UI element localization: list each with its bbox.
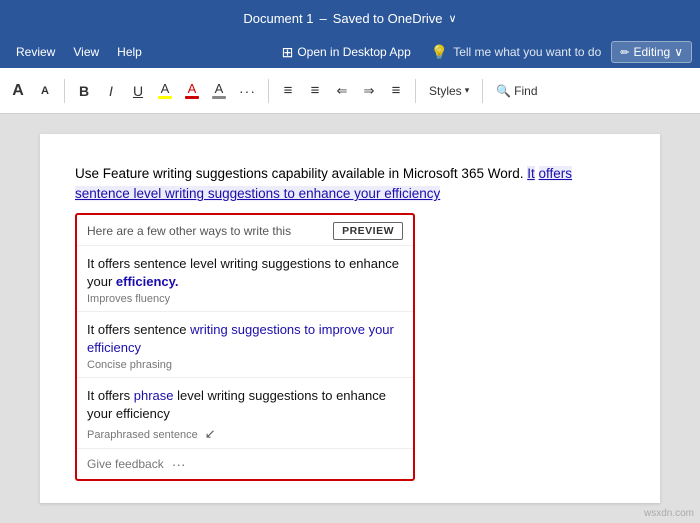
find-group: 🔍 Find xyxy=(490,77,543,105)
sugg1-accent: efficiency. xyxy=(116,274,179,289)
suggestion-header: Here are a few other ways to write this … xyxy=(77,215,413,246)
editing-label: Editing xyxy=(634,45,671,59)
tell-me-label: Tell me what you want to do xyxy=(453,45,601,59)
styles-chevron: ▾ xyxy=(465,85,470,96)
editing-button[interactable]: ✏ Editing ∨ xyxy=(611,41,692,63)
highlight-yellow-button[interactable]: A xyxy=(153,77,177,105)
format-group: B I U A A A ··· xyxy=(72,77,261,105)
doc-title: Document 1 xyxy=(243,11,313,26)
suggestion-item-2[interactable]: It offers sentence writing suggestions t… xyxy=(77,312,413,378)
ribbon-sep-3 xyxy=(415,79,416,103)
find-label: Find xyxy=(514,84,537,98)
clear-bar xyxy=(212,96,226,99)
document-page: Use Feature writing suggestions capabili… xyxy=(40,134,660,503)
sugg2-text1: It offers sentence xyxy=(87,322,190,337)
font-size-a-small[interactable]: A xyxy=(33,77,57,105)
suggestion-item-3-text: It offers phrase level writing suggestio… xyxy=(87,387,403,423)
font-color-letter: A xyxy=(188,82,197,95)
paragraph-group: ≡ ≡ ⇐ ⇒ ≡ xyxy=(276,77,408,105)
feedback-dots[interactable]: ··· xyxy=(172,456,186,472)
underline-button[interactable]: U xyxy=(126,77,150,105)
font-size-a-large[interactable]: A xyxy=(6,77,30,105)
tell-me-input[interactable]: 💡 Tell me what you want to do xyxy=(421,41,612,64)
suggestion-footer: Give feedback ··· xyxy=(77,449,413,479)
clear-letter: A xyxy=(215,82,224,95)
menu-items-left: Review View Help xyxy=(8,41,150,63)
font-color-bar-red xyxy=(185,96,199,99)
lightbulb-icon: 💡 xyxy=(431,44,448,61)
list-button-1[interactable]: ≡ xyxy=(276,77,300,105)
font-size-group: A A xyxy=(6,77,57,105)
pencil-icon: ✏ xyxy=(620,46,629,59)
sugg3-text1: It offers xyxy=(87,388,134,403)
ribbon-sep-1 xyxy=(64,79,65,103)
document-text: Use Feature writing suggestions capabili… xyxy=(75,164,625,205)
suggestion-item-3-tag: Paraphrased sentence ↙ xyxy=(87,426,403,442)
menu-item-view[interactable]: View xyxy=(65,41,107,63)
styles-group: Styles ▾ xyxy=(423,77,475,105)
highlight-letter: A xyxy=(161,82,170,95)
open-desktop-button[interactable]: ⊞ Open in Desktop App xyxy=(272,40,421,65)
doc-main-text: Use Feature writing suggestions capabili… xyxy=(75,166,523,181)
save-status: Saved to OneDrive xyxy=(333,11,443,26)
styles-label: Styles xyxy=(429,84,462,98)
title-bar: Document 1 – Saved to OneDrive ∨ xyxy=(0,0,700,36)
font-color-button[interactable]: A xyxy=(180,77,204,105)
open-desktop-label: Open in Desktop App xyxy=(297,45,410,59)
suggestion-item-2-tag: Concise phrasing xyxy=(87,359,403,371)
watermark: wsxdn.com xyxy=(644,508,694,519)
ribbon-sep-4 xyxy=(482,79,483,103)
suggestion-header-text: Here are a few other ways to write this xyxy=(87,224,291,238)
sugg3-accent: phrase xyxy=(134,388,174,403)
indent-increase-button[interactable]: ⇒ xyxy=(357,77,381,105)
open-desktop-icon: ⊞ xyxy=(282,44,294,61)
indent-decrease-button[interactable]: ⇐ xyxy=(330,77,354,105)
align-button[interactable]: ≡ xyxy=(384,77,408,105)
suggestion-item-1-text: It offers sentence level writing suggest… xyxy=(87,255,403,291)
menu-item-review[interactable]: Review xyxy=(8,41,63,63)
editing-chevron: ∨ xyxy=(674,45,683,59)
cursor-icon: ↙ xyxy=(205,426,216,441)
title-chevron[interactable]: ∨ xyxy=(449,12,457,25)
suggestion-item-3[interactable]: It offers phrase level writing suggestio… xyxy=(77,378,413,448)
italic-button[interactable]: I xyxy=(99,77,123,105)
more-button[interactable]: ··· xyxy=(234,77,261,105)
suggestion-panel: Here are a few other ways to write this … xyxy=(75,213,415,481)
bold-button[interactable]: B xyxy=(72,77,96,105)
styles-button[interactable]: Styles ▾ xyxy=(423,77,475,105)
suggestion-item-1-tag: Improves fluency xyxy=(87,293,403,305)
document-area: Use Feature writing suggestions capabili… xyxy=(0,114,700,523)
highlight-bar-yellow xyxy=(158,96,172,99)
ribbon: A A B I U A A A ··· ≡ ≡ ⇐ ⇒ ≡ Styles ▾ xyxy=(0,68,700,114)
menu-item-help[interactable]: Help xyxy=(109,41,150,63)
feedback-label[interactable]: Give feedback xyxy=(87,457,164,471)
title-separator: – xyxy=(319,11,326,26)
suggestion-item-2-text: It offers sentence writing suggestions t… xyxy=(87,321,403,357)
find-button[interactable]: 🔍 Find xyxy=(490,77,543,105)
sugg3-tag-text: Paraphrased sentence xyxy=(87,429,198,441)
find-icon: 🔍 xyxy=(496,84,511,98)
suggestion-item-1[interactable]: It offers sentence level writing suggest… xyxy=(77,246,413,312)
list-button-2[interactable]: ≡ xyxy=(303,77,327,105)
ribbon-sep-2 xyxy=(268,79,269,103)
menu-bar: Review View Help ⊞ Open in Desktop App 💡… xyxy=(0,36,700,68)
doc-link-text[interactable]: It xyxy=(527,166,535,181)
clear-format-button[interactable]: A xyxy=(207,77,231,105)
preview-button[interactable]: PREVIEW xyxy=(333,222,403,240)
